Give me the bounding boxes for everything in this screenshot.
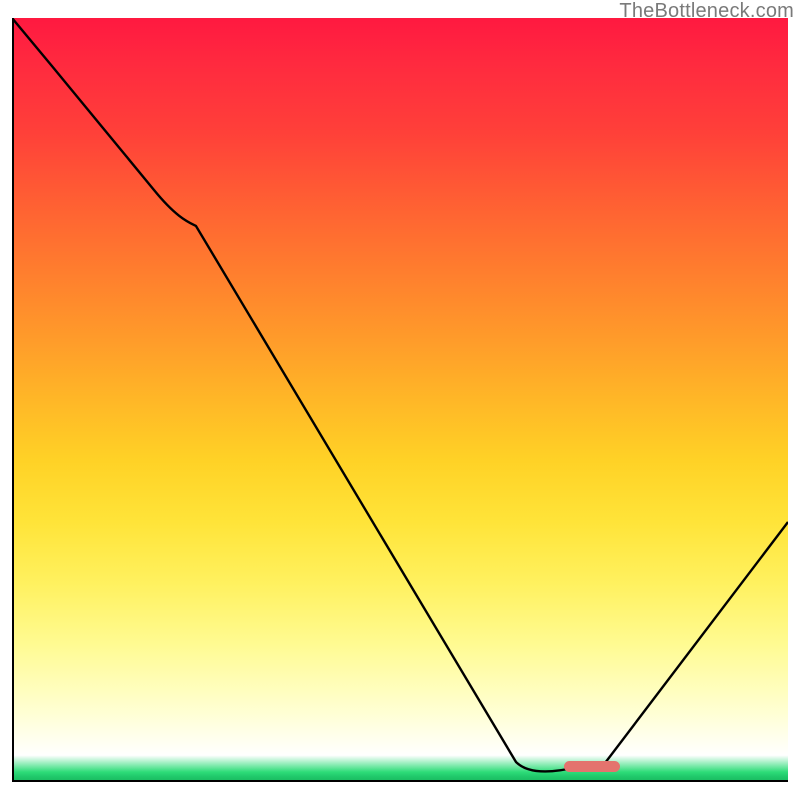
curve-layer bbox=[12, 18, 788, 782]
bottleneck-curve bbox=[12, 18, 788, 771]
plot-area bbox=[12, 18, 788, 782]
y-axis bbox=[12, 18, 14, 782]
chart-canvas: TheBottleneck.com bbox=[0, 0, 800, 800]
x-axis bbox=[12, 780, 788, 782]
watermark-text: TheBottleneck.com bbox=[619, 0, 794, 23]
optimal-marker bbox=[564, 761, 620, 772]
